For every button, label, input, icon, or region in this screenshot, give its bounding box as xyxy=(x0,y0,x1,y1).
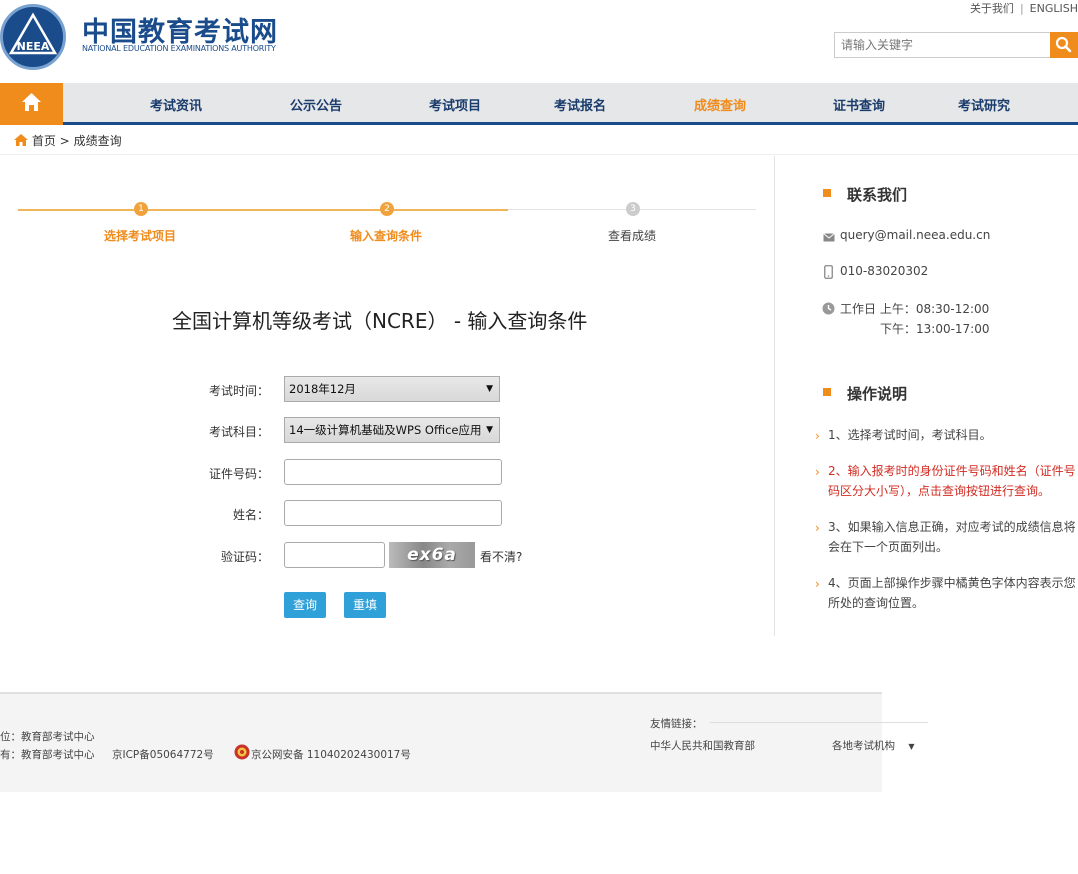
nav-item-score-query[interactable]: 成绩查询 xyxy=(694,95,746,114)
working-hours-afternoon: 下午：13:00-17:00 xyxy=(880,322,990,336)
clock-icon xyxy=(822,302,835,315)
chevron-right-icon: › xyxy=(815,577,820,591)
footer-link-moe[interactable]: 中华人民共和国教育部 xyxy=(650,738,755,753)
captcha-image[interactable]: ex6a xyxy=(389,542,475,568)
top-links-separator: | xyxy=(1019,2,1024,15)
step-2-marker: 2 xyxy=(380,202,394,216)
breadcrumb-current: 成绩查询 xyxy=(73,134,122,148)
captcha-refresh-link[interactable]: 看不清? xyxy=(480,548,522,565)
reset-button[interactable]: 重填 xyxy=(344,592,386,618)
exam-time-value: 2018年12月 xyxy=(289,382,356,396)
exam-time-select[interactable]: 2018年12月 ▼ xyxy=(284,376,500,402)
breadcrumb-home-link[interactable]: 首页 xyxy=(32,134,56,148)
email-icon xyxy=(823,233,835,242)
contact-section-marker xyxy=(823,189,831,197)
breadcrumb: 首页 > 成绩查询 xyxy=(14,132,122,149)
subject-select[interactable]: 14一级计算机基础及WPS Office应用 ▼ xyxy=(284,417,500,443)
nav-home-button[interactable] xyxy=(0,83,63,125)
logo-emblem-text: NEEA xyxy=(17,40,50,53)
nav-item-exam-programs[interactable]: 考试项目 xyxy=(429,95,481,114)
footer-links-divider xyxy=(710,722,928,723)
instruction-2: 2、输入报考时的身份证件号码和姓名（证件号码区分大小写），点击查询按钮进行查询。 xyxy=(828,464,1076,498)
top-links: 关于我们 | ENGLISH xyxy=(970,0,1078,16)
name-label: 姓名： xyxy=(232,508,269,522)
page-title: 全国计算机等级考试（NCRE） - 输入查询条件 xyxy=(172,309,588,333)
name-input[interactable] xyxy=(284,500,502,526)
contact-email[interactable]: query@mail.neea.edu.cn xyxy=(840,228,990,242)
step-3-label: 查看成绩 xyxy=(608,229,657,243)
instruction-3: 3、如果输入信息正确，对应考试的成绩信息将会在下一个页面列出。 xyxy=(828,520,1076,554)
search-icon xyxy=(1055,36,1072,53)
contact-title: 联系我们 xyxy=(847,186,908,204)
dropdown-arrow-icon: ▼ xyxy=(486,425,493,435)
instructions-title: 操作说明 xyxy=(847,385,908,403)
subject-value: 14一级计算机基础及WPS Office应用 xyxy=(289,423,482,437)
step-1-label: 选择考试项目 xyxy=(104,229,177,243)
breadcrumb-separator: > xyxy=(59,134,70,148)
breadcrumb-divider xyxy=(0,154,1078,155)
nav-item-announcements[interactable]: 公示公告 xyxy=(290,95,342,114)
instruction-1: 1、选择考试时间，考试科目。 xyxy=(828,428,992,442)
footer-police-record[interactable]: 京公网安备 11040202430017号 xyxy=(251,747,411,762)
about-us-link[interactable]: 关于我们 xyxy=(970,2,1014,15)
english-link[interactable]: ENGLISH xyxy=(1030,2,1078,15)
captcha-input[interactable] xyxy=(284,542,385,568)
footer-host-unit: 位：教育部考试中心 xyxy=(0,731,95,743)
search-button[interactable] xyxy=(1050,32,1078,58)
search-input[interactable] xyxy=(834,32,1050,58)
dropdown-arrow-icon: ▼ xyxy=(908,742,915,751)
footer-copyright-owner: 有：教育部考试中心 xyxy=(0,749,95,761)
breadcrumb-home-icon xyxy=(14,134,28,146)
nav-item-certificate-query[interactable]: 证书查询 xyxy=(833,95,885,114)
chevron-right-icon: › xyxy=(815,465,820,479)
step-3-marker: 3 xyxy=(626,202,640,216)
step-progress-done xyxy=(18,209,508,211)
sidebar-divider xyxy=(774,156,775,636)
instructions-section-marker xyxy=(823,388,831,396)
footer-local-agencies-select[interactable]: 各地考试机构 ▼ xyxy=(832,738,915,753)
neea-logo-emblem[interactable]: NEEA xyxy=(0,4,66,70)
step-1-marker: 1 xyxy=(134,202,148,216)
exam-time-label: 考试时间： xyxy=(208,384,269,398)
id-number-label: 证件号码： xyxy=(208,467,269,481)
phone-icon xyxy=(824,265,833,279)
footer-local-agencies-label: 各地考试机构 xyxy=(832,740,895,752)
footer-icp[interactable]: 京ICP备05064772号 xyxy=(112,747,214,762)
working-hours-morning: 工作日 上午：08:30-12:00 xyxy=(840,302,990,316)
police-badge-icon xyxy=(234,744,250,760)
subject-label: 考试科目： xyxy=(208,425,269,439)
nav-item-exam-research[interactable]: 考试研究 xyxy=(958,95,1010,114)
site-logo-subtitle: NATIONAL EDUCATION EXAMINATIONS AUTHORIT… xyxy=(82,44,276,53)
chevron-right-icon: › xyxy=(815,429,820,443)
footer-links-label: 友情链接： xyxy=(650,718,703,730)
step-2-label: 输入查询条件 xyxy=(350,229,423,243)
instruction-4: 4、页面上部操作步骤中橘黄色字体内容表示您所处的查询位置。 xyxy=(828,576,1076,610)
chevron-right-icon: › xyxy=(815,521,820,535)
home-icon xyxy=(22,93,41,111)
query-button[interactable]: 查询 xyxy=(284,592,326,618)
contact-phone: 010-83020302 xyxy=(840,264,929,278)
nav-item-registration[interactable]: 考试报名 xyxy=(554,95,606,114)
nav-item-news[interactable]: 考试资讯 xyxy=(150,95,202,114)
dropdown-arrow-icon: ▼ xyxy=(486,384,493,394)
id-number-input[interactable] xyxy=(284,459,502,485)
captcha-label: 验证码： xyxy=(220,550,269,564)
